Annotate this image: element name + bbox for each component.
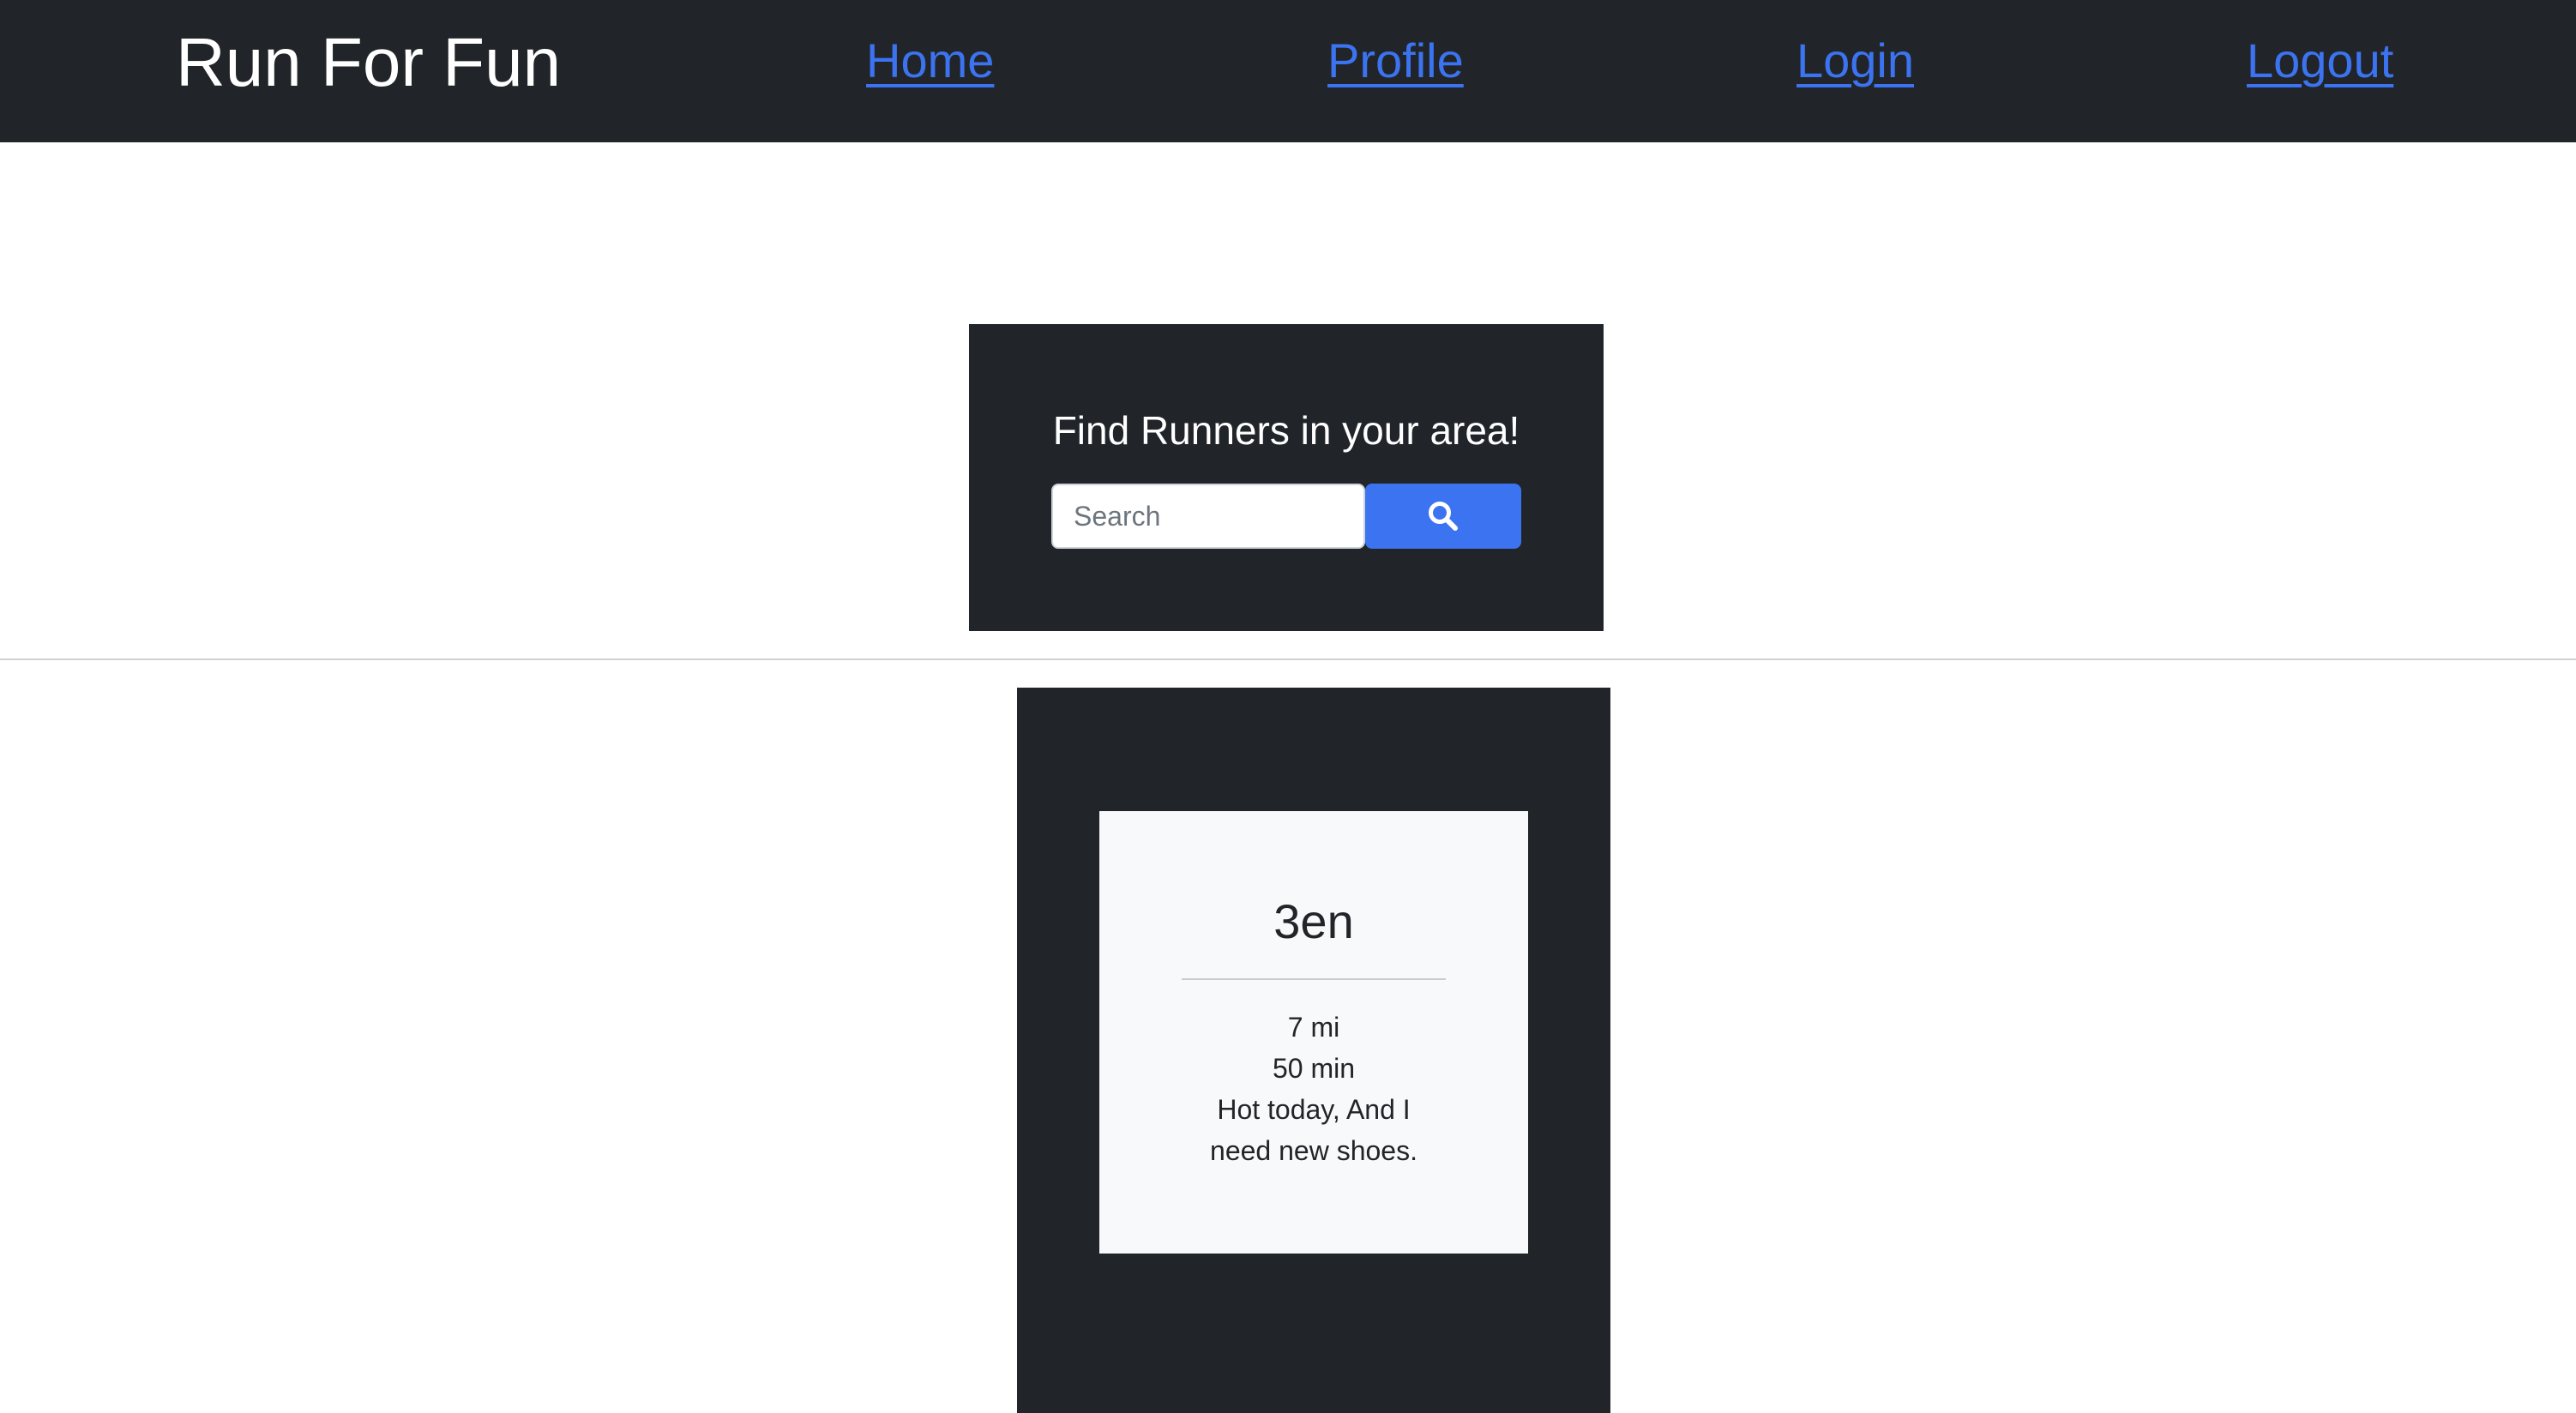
search-button[interactable] bbox=[1365, 484, 1521, 549]
search-icon bbox=[1429, 502, 1458, 531]
runner-name: 3en bbox=[1273, 894, 1354, 948]
section-divider bbox=[0, 658, 2576, 660]
nav-link-login[interactable]: Login bbox=[1797, 31, 1914, 91]
card-divider bbox=[1182, 978, 1446, 980]
run-details: 7 mi 50 min Hot today, And I need new sh… bbox=[1185, 1007, 1442, 1171]
run-note: Hot today, And I need new shoes. bbox=[1210, 1094, 1417, 1166]
brand-title: Run For Fun bbox=[176, 24, 562, 100]
run-distance: 7 mi bbox=[1287, 1012, 1340, 1043]
search-card: Find Runners in your area! bbox=[969, 324, 1604, 631]
run-card: 3en 7 mi 50 min Hot today, And I need ne… bbox=[1099, 811, 1528, 1254]
run-duration: 50 min bbox=[1272, 1053, 1356, 1084]
navbar: Run For Fun Home Profile Login Logout bbox=[0, 0, 2576, 142]
nav-link-home[interactable]: Home bbox=[866, 31, 994, 91]
runs-feed: 3en 7 mi 50 min Hot today, And I need ne… bbox=[1017, 688, 1610, 1413]
search-input[interactable] bbox=[1051, 484, 1365, 549]
search-title: Find Runners in your area! bbox=[1052, 408, 1520, 453]
nav-link-logout[interactable]: Logout bbox=[2247, 31, 2393, 91]
nav-link-profile[interactable]: Profile bbox=[1327, 31, 1464, 91]
